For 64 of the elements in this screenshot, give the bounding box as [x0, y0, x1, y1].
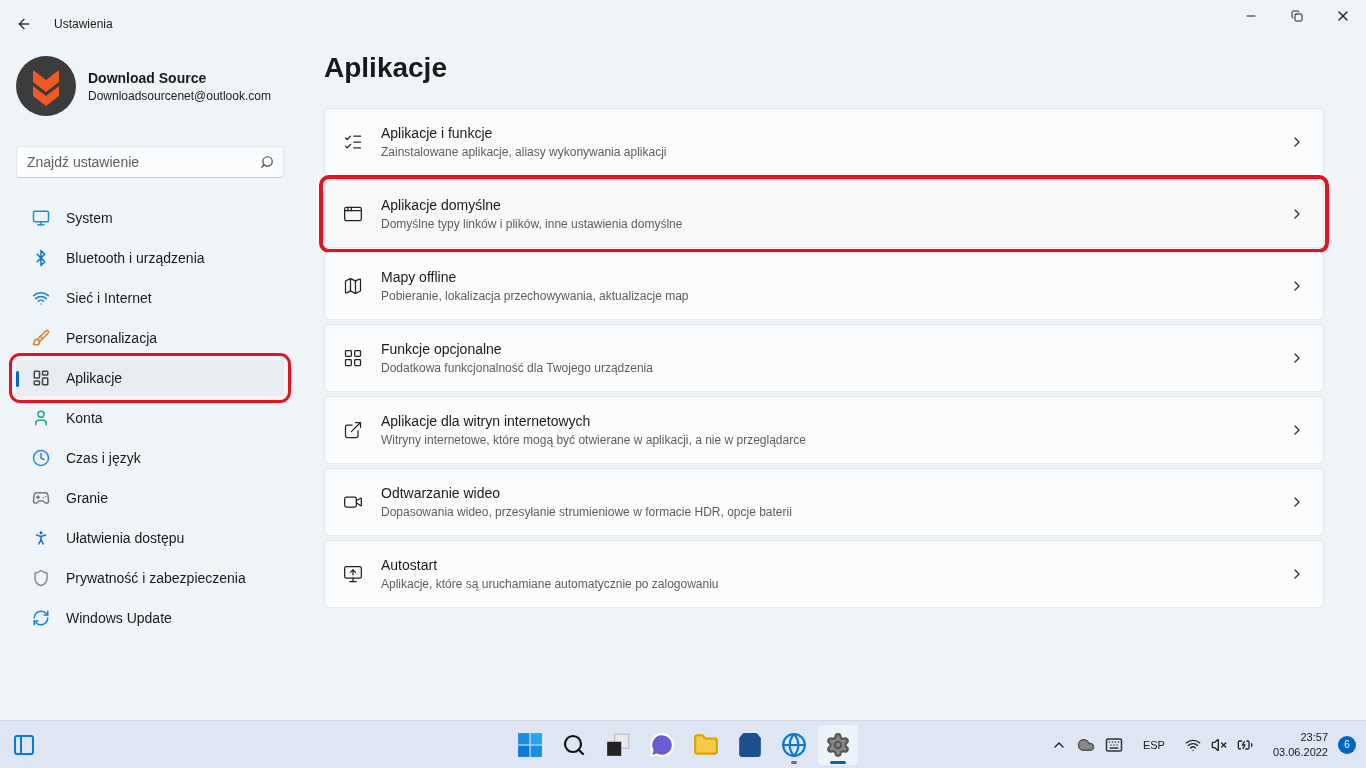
task-view-icon	[605, 731, 631, 758]
browser-icon	[781, 731, 807, 758]
sidebar-item[interactable]: Sieć i Internet	[16, 280, 284, 316]
account-email: Downloadsourcenet@outlook.com	[88, 88, 271, 103]
clock-time[interactable]: 23:57	[1300, 731, 1328, 743]
settings-icon	[825, 731, 851, 758]
sidebar-item[interactable]: System	[16, 200, 284, 236]
folder-icon	[693, 731, 719, 758]
sidebar-item[interactable]: Prywatność i zabezpieczenia	[16, 560, 284, 596]
apps-icon	[32, 369, 50, 387]
update-icon	[32, 609, 50, 627]
settings-card[interactable]: Mapy offline Pobieranie, lokalizacja przechowywania, aktualizacje map	[324, 252, 1324, 320]
search-icon	[260, 155, 274, 169]
sidebar-item[interactable]: Konta	[16, 400, 284, 436]
widgets-button[interactable]	[12, 732, 36, 757]
language-indicator[interactable]: ESP	[1132, 738, 1175, 751]
card-description: Domyślne typy linków i plików, inne ustawienia domyślne	[381, 217, 684, 231]
notification-badge[interactable]: 6	[1338, 735, 1356, 754]
monitor-icon	[32, 209, 50, 227]
card-description: Zainstalowane aplikacje, aliasy wykonywania aplikacji	[381, 145, 668, 159]
sidebar-item[interactable]: Windows Update	[16, 600, 284, 636]
sidebar-item[interactable]: Granie	[16, 480, 284, 516]
avatar-logo-icon	[16, 56, 76, 116]
card-description: Pobieranie, lokalizacja przechowywania, aktualizacje map	[381, 289, 690, 303]
settings-card[interactable]: Odtwarzanie wideo Dopasowania wideo, przesyłanie strumieniowe w formacie HDR, opcje baterii	[324, 468, 1324, 536]
volume-muted-icon[interactable]	[1210, 736, 1227, 753]
taskbar-app[interactable]	[818, 724, 858, 765]
card-title: Aplikacje i funkcje	[381, 125, 494, 141]
clock-date[interactable]: 03.06.2022	[1272, 746, 1328, 758]
sidebar-item[interactable]: Personalizacja	[16, 320, 284, 356]
card-description: Witryny internetowe, które mogą być otwierane w aplikacji, a nie w przeglądarce	[381, 433, 807, 447]
widgets-icon	[12, 732, 36, 757]
settings-card[interactable]: Aplikacje dla witryn internetowych Witryny internetowe, które mogą być otwierane w aplikacji, a nie w przeglądarce	[324, 396, 1324, 464]
brush-icon	[32, 329, 50, 347]
sidebar-item[interactable]: Ułatwienia dostępu	[16, 520, 284, 556]
sidebar-item[interactable]: Czas i język	[16, 440, 284, 476]
search-field[interactable]: Znajdź ustawienie	[16, 146, 284, 178]
card-title: Odtwarzanie wideo	[381, 485, 502, 501]
window-arrow-icon	[343, 420, 363, 440]
chat-icon	[649, 731, 675, 758]
account-name: Download Source	[88, 69, 208, 86]
settings-card[interactable]: Funkcje opcjonalne Dodatkowa funkcjonalność dla Twojego urządzenia	[324, 324, 1324, 392]
keyboard-icon[interactable]	[1104, 735, 1123, 754]
page-title: Aplikacje	[324, 52, 448, 84]
selection-indicator	[16, 371, 19, 387]
card-title: Aplikacje dla witryn internetowych	[381, 413, 592, 429]
search-icon	[562, 732, 586, 757]
card-description: Dopasowania wideo, przesyłanie strumieniowe w formacie HDR, opcje baterii	[381, 505, 793, 519]
card-title: Aplikacje domyślne	[381, 197, 502, 213]
settings-card[interactable]: Aplikacje i funkcje Zainstalowane aplikacje, aliasy wykonywania aplikacji	[324, 108, 1324, 176]
shield-icon	[32, 569, 50, 587]
gamepad-icon	[32, 489, 50, 507]
restore-icon	[1291, 10, 1303, 22]
wifi-icon	[32, 289, 50, 307]
card-title: Autostart	[381, 557, 439, 573]
card-title: Funkcje opcjonalne	[381, 341, 503, 357]
card-description: Dodatkowa funkcjonalność dla Twojego urządzenia	[381, 361, 654, 375]
card-description: Aplikacje, które są uruchamiane automatycznie po zalogowaniu	[381, 577, 720, 591]
person-icon	[32, 409, 50, 427]
card-title: Mapy offline	[381, 269, 458, 285]
settings-card[interactable]: Autostart Aplikacje, które są uruchamiane automatycznie po zalogowaniu	[324, 540, 1324, 608]
sidebar-item[interactable]: Bluetooth i urządzenia	[16, 240, 284, 276]
window-title: Ustawienia	[54, 17, 113, 31]
windows-logo-icon	[517, 731, 543, 758]
